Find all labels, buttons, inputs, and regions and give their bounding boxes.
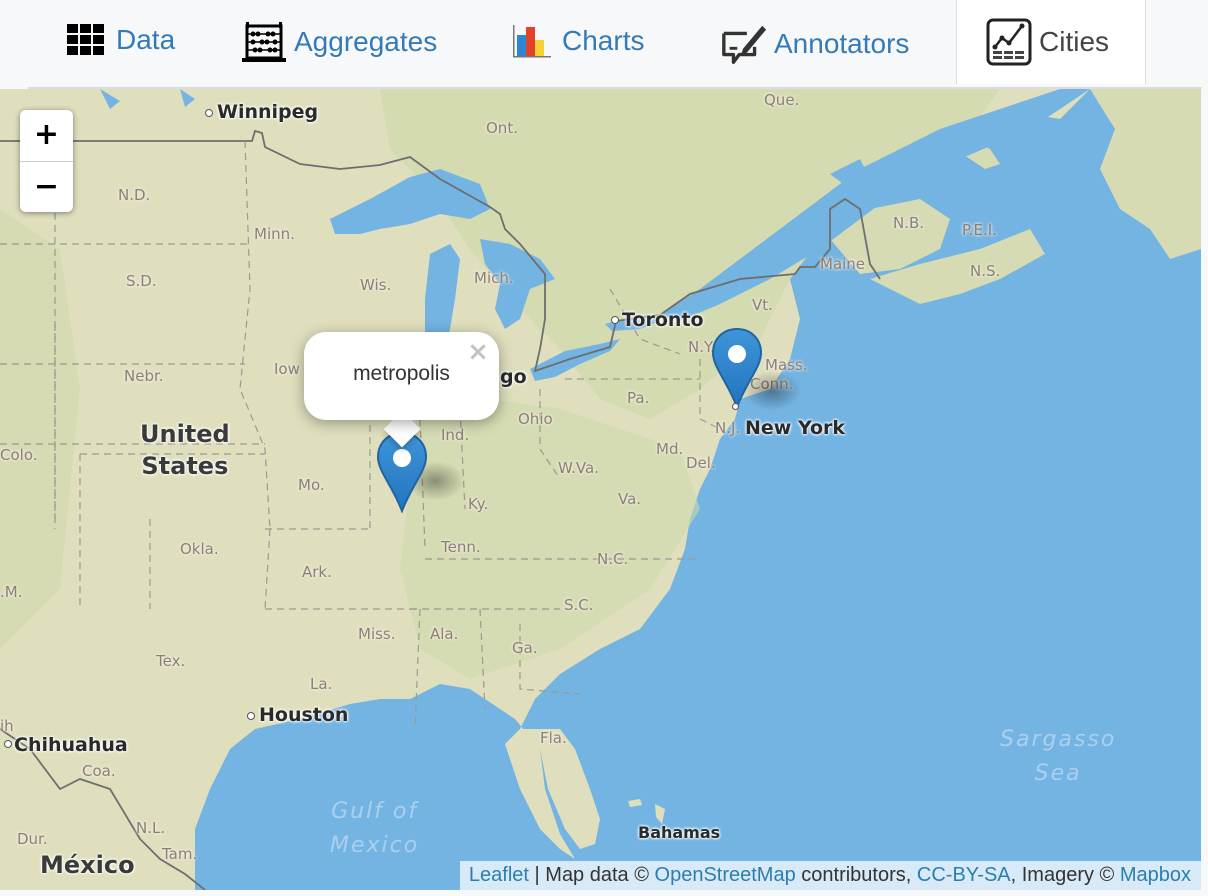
abacus-icon (240, 18, 288, 66)
attribution-text: contributors, (795, 864, 917, 886)
zoom-in-button[interactable]: + (20, 110, 73, 161)
page-margin (1201, 89, 1208, 896)
zoom-control: + − (20, 110, 73, 212)
license-link[interactable]: CC-BY-SA (917, 864, 1011, 886)
bar-chart-icon (508, 17, 556, 65)
city-dot-winnipeg (205, 109, 213, 117)
tab-cities-label: Cities (1039, 26, 1110, 57)
mapbox-link[interactable]: Mapbox (1120, 864, 1191, 886)
annotate-icon (720, 20, 768, 68)
leaflet-link[interactable]: Leaflet (469, 864, 529, 886)
line-chart-table-icon (985, 18, 1033, 66)
city-dot-new-york (732, 403, 739, 410)
city-dot-chihuahua (4, 740, 12, 748)
grid-icon (62, 16, 110, 64)
map-container[interactable]: Winnipeg Toronto New York Houston Chihua… (0, 89, 1201, 890)
tab-charts-label: Charts (562, 25, 645, 56)
map-basemap[interactable] (0, 89, 1201, 890)
marker-new-york[interactable] (711, 327, 763, 410)
openstreetmap-link[interactable]: OpenStreetMap (655, 864, 796, 886)
map-attribution: Leaflet | Map data © OpenStreetMap contr… (459, 861, 1201, 890)
close-icon[interactable]: × (464, 338, 492, 366)
tab-data[interactable]: Data (62, 0, 175, 82)
zoom-out-button[interactable]: − (20, 161, 73, 212)
tab-data-label: Data (116, 24, 176, 55)
city-dot-toronto (611, 316, 619, 324)
map-pin-icon (711, 327, 763, 410)
tab-bar: Data Aggregates Charts Annotators Cities (0, 0, 1208, 89)
attribution-text: , Imagery © (1010, 864, 1120, 886)
attribution-text: | Map data © (528, 864, 655, 886)
tab-cities[interactable]: Cities (956, 0, 1146, 84)
tab-annotators-label: Annotators (774, 28, 910, 59)
tab-annotators[interactable]: Annotators (720, 2, 909, 86)
page-margin (0, 890, 1208, 896)
tab-charts[interactable]: Charts (508, 0, 644, 83)
tab-aggregates-label: Aggregates (294, 26, 438, 57)
city-dot-houston (247, 712, 255, 720)
tab-aggregates[interactable]: Aggregates (240, 0, 437, 84)
marker-popup: metropolis × (304, 332, 499, 420)
